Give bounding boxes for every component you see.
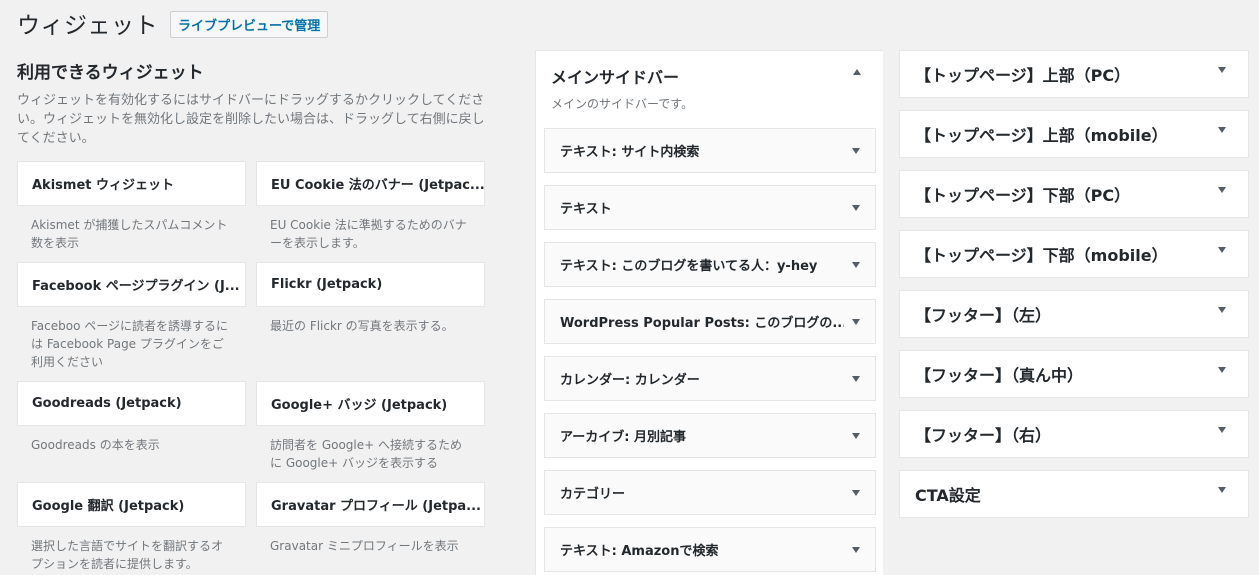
widget-area-title: 【トップページ】下部（PC） bbox=[915, 186, 1131, 205]
sidebar-widget-label: カレンダー: カレンダー bbox=[560, 373, 700, 388]
sidebar-widget-label: WordPress Popular Posts: このブログの... bbox=[560, 316, 844, 331]
sidebar-widget-label: テキスト: Amazonで検索 bbox=[560, 544, 719, 559]
sidebar-widget-label: カテゴリー bbox=[560, 487, 626, 502]
widget-description: 選択した言語でサイトを翻訳するオプションを読者に提供します。 bbox=[31, 539, 224, 571]
sidebar-widget[interactable]: テキスト: サイト内検索 bbox=[544, 128, 876, 173]
sidebar-widget-label: テキスト: サイト内検索 bbox=[560, 145, 700, 160]
expand-arrow-icon[interactable] bbox=[1218, 127, 1226, 133]
widget-item[interactable]: Facebook ページプラグイン (J... Faceboo ページに読者を誘… bbox=[17, 262, 246, 371]
widget-area[interactable]: 【トップページ】上部（mobile） bbox=[899, 110, 1249, 158]
widget-area[interactable]: CTA設定 bbox=[899, 470, 1249, 518]
sidebar-widget[interactable]: カレンダー: カレンダー bbox=[544, 356, 876, 401]
widget-title[interactable]: Google 翻訳 (Jetpack) bbox=[17, 482, 246, 527]
sidebar-widget-label: テキスト: このブログを書いてる人：y-hey bbox=[560, 259, 818, 274]
available-widgets-heading: 利用できるウィジェット bbox=[17, 63, 204, 83]
widget-area-title: 【フッター】（右） bbox=[915, 426, 1052, 445]
widget-title[interactable]: Facebook ページプラグイン (J... bbox=[17, 262, 246, 307]
widget-area-title: 【トップページ】上部（PC） bbox=[915, 66, 1131, 85]
sidebar-widget[interactable]: カテゴリー bbox=[544, 470, 876, 515]
widget-title[interactable]: Gravatar プロフィール (Jetpa... bbox=[256, 482, 485, 527]
expand-arrow-icon[interactable] bbox=[852, 204, 860, 211]
expand-arrow-icon[interactable] bbox=[852, 318, 860, 325]
widget-area-title: 【トップページ】下部（mobile） bbox=[915, 246, 1168, 265]
collapse-arrow-icon[interactable] bbox=[853, 69, 861, 75]
page-header: ウィジェット ライブプレビューで管理 bbox=[17, 6, 329, 40]
widget-area[interactable]: 【トップページ】下部（PC） bbox=[899, 170, 1249, 218]
expand-arrow-icon[interactable] bbox=[852, 546, 860, 553]
sidebar-widget-label: テキスト bbox=[560, 202, 612, 217]
widget-description: Goodreads の本を表示 bbox=[31, 438, 160, 452]
sidebar-widget-label: アーカイブ: 月別記事 bbox=[560, 430, 686, 445]
widget-area[interactable]: 【フッター】（左） bbox=[899, 290, 1249, 338]
expand-arrow-icon[interactable] bbox=[1218, 367, 1226, 373]
widget-title[interactable]: EU Cookie 法のバナー (Jetpac... bbox=[256, 161, 485, 206]
widget-title[interactable]: Akismet ウィジェット bbox=[17, 161, 246, 206]
widget-area[interactable]: 【フッター】（真ん中） bbox=[899, 350, 1249, 398]
main-sidebar-title[interactable]: メインサイドバー bbox=[551, 64, 679, 88]
sidebar-widget[interactable]: テキスト: Amazonで検索 bbox=[544, 527, 876, 572]
widget-item[interactable]: Flickr (Jetpack) 最近の Flickr の写真を表示する。 bbox=[256, 262, 485, 335]
widget-item[interactable]: Gravatar プロフィール (Jetpa... Gravatar ミニプロフ… bbox=[256, 482, 485, 555]
widget-area-title: 【フッター】（真ん中） bbox=[915, 366, 1084, 385]
widget-description: Akismet が捕獲したスパムコメント数を表示 bbox=[31, 218, 228, 250]
expand-arrow-icon[interactable] bbox=[852, 432, 860, 439]
widget-description: Faceboo ページに読者を誘導するには Facebook Page プラグイ… bbox=[31, 319, 229, 369]
expand-arrow-icon[interactable] bbox=[1218, 427, 1226, 433]
widget-item[interactable]: Goodreads (Jetpack) Goodreads の本を表示 bbox=[17, 381, 246, 454]
available-widgets-description: ウィジェットを有効化するにはサイドバーにドラッグするかクリックしてください。ウィ… bbox=[17, 93, 485, 146]
main-sidebar-area: メインサイドバー メインのサイドバーです。 テキスト: サイト内検索 テキスト … bbox=[535, 50, 883, 575]
sidebar-widget[interactable]: アーカイブ: 月別記事 bbox=[544, 413, 876, 458]
main-sidebar-description: メインのサイドバーです。 bbox=[551, 97, 694, 111]
widget-title[interactable]: Google+ バッジ (Jetpack) bbox=[256, 381, 485, 426]
widget-area[interactable]: 【トップページ】上部（PC） bbox=[899, 50, 1249, 98]
expand-arrow-icon[interactable] bbox=[852, 489, 860, 496]
expand-arrow-icon[interactable] bbox=[852, 147, 860, 154]
expand-arrow-icon[interactable] bbox=[852, 375, 860, 382]
expand-arrow-icon[interactable] bbox=[1218, 487, 1226, 493]
available-widgets-section: 利用できるウィジェット ウィジェットを有効化するにはサイドバーにドラッグするかク… bbox=[17, 58, 487, 148]
widget-title[interactable]: Goodreads (Jetpack) bbox=[17, 381, 246, 426]
widget-area[interactable]: 【トップページ】下部（mobile） bbox=[899, 230, 1249, 278]
widget-item[interactable]: Google 翻訳 (Jetpack) 選択した言語でサイトを翻訳するオプション… bbox=[17, 482, 246, 573]
widget-item[interactable]: Akismet ウィジェット Akismet が捕獲したスパムコメント数を表示 bbox=[17, 161, 246, 252]
sidebar-widget[interactable]: テキスト bbox=[544, 185, 876, 230]
sidebar-widget[interactable]: WordPress Popular Posts: このブログの... bbox=[544, 299, 876, 344]
widget-description: EU Cookie 法に準拠するためのバナーを表示します。 bbox=[270, 218, 467, 250]
widget-item[interactable]: EU Cookie 法のバナー (Jetpac... EU Cookie 法に準… bbox=[256, 161, 485, 252]
widget-area-title: CTA設定 bbox=[915, 486, 981, 505]
widget-area-title: 【トップページ】上部（mobile） bbox=[915, 126, 1168, 145]
sidebar-widget[interactable]: テキスト: このブログを書いてる人：y-hey bbox=[544, 242, 876, 287]
widget-title[interactable]: Flickr (Jetpack) bbox=[256, 262, 485, 307]
expand-arrow-icon[interactable] bbox=[1218, 187, 1226, 193]
widget-description: 最近の Flickr の写真を表示する。 bbox=[270, 319, 454, 333]
widget-item[interactable]: Google+ バッジ (Jetpack) 訪問者を Google+ へ接続する… bbox=[256, 381, 485, 472]
live-preview-button[interactable]: ライブプレビューで管理 bbox=[170, 11, 329, 38]
widget-description: 訪問者を Google+ へ接続するために Google+ バッジを表示する bbox=[270, 438, 463, 470]
expand-arrow-icon[interactable] bbox=[852, 261, 860, 268]
widget-area[interactable]: 【フッター】（右） bbox=[899, 410, 1249, 458]
widget-area-title: 【フッター】（左） bbox=[915, 306, 1052, 325]
widget-description: Gravatar ミニプロフィールを表示 bbox=[270, 539, 459, 553]
expand-arrow-icon[interactable] bbox=[1218, 247, 1226, 253]
page-title: ウィジェット bbox=[17, 13, 158, 39]
expand-arrow-icon[interactable] bbox=[1218, 67, 1226, 73]
expand-arrow-icon[interactable] bbox=[1218, 307, 1226, 313]
